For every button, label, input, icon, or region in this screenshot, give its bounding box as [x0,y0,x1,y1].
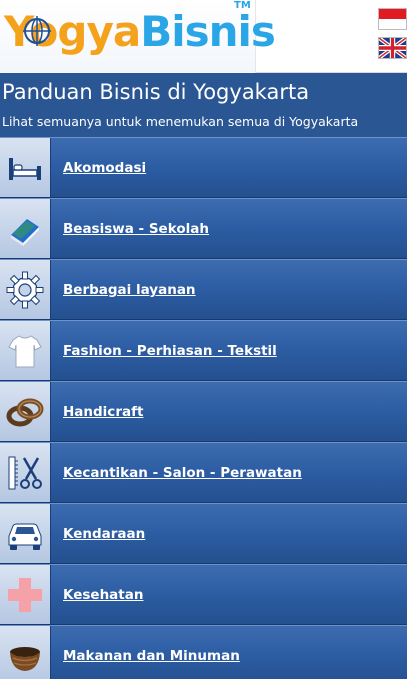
bracelet-icon [6,398,44,426]
page-subtitle: Lihat semuanya untuk menemukan semua di … [2,114,359,129]
gear-icon [6,271,44,308]
category-label-kesehatan[interactable]: Kesehatan [63,587,143,603]
category-label-beasiswa-sekolah[interactable]: Beasiswa - Sekolah [63,221,209,237]
bowl-icon [10,646,40,671]
category-label-fashion[interactable]: Fashion - Perhiasan - Tekstil [63,343,277,359]
category-list: Akomodasi Beasiswa - Sekolah Berbagai la… [0,137,407,679]
category-label-kendaraan[interactable]: Kendaraan [63,526,145,542]
car-icon [8,523,42,550]
category-kecantikan[interactable]: Kecantikan - Salon - Perawatan [0,442,407,503]
category-berbagai-layanan[interactable]: Berbagai layanan [0,259,407,320]
category-kendaraan[interactable]: Kendaraan [0,503,407,564]
medical-cross-icon [8,577,42,612]
category-handicraft[interactable]: Handicraft [0,381,407,442]
logo-globe-icon [23,16,51,46]
scissors-comb-icon [8,456,42,489]
bed-icon [9,157,41,180]
tshirt-icon [8,334,42,367]
site-logo[interactable]: YogyaBisnis TM [0,0,276,73]
category-label-akomodasi[interactable]: Akomodasi [63,160,146,176]
category-akomodasi[interactable]: Akomodasi [0,137,407,198]
category-label-handicraft[interactable]: Handicraft [63,404,143,420]
page-title: Panduan Bisnis di Yogyakarta [2,80,310,104]
logo-trademark: TM [234,0,251,11]
category-makanan-minuman[interactable]: Makanan dan Minuman [0,625,407,679]
category-label-makanan-minuman[interactable]: Makanan dan Minuman [63,648,240,664]
indonesia-flag-icon[interactable] [378,8,407,30]
category-fashion[interactable]: Fashion - Perhiasan - Tekstil [0,320,407,381]
uk-flag-icon[interactable] [378,37,407,59]
logo-part-bisnis: Bisnis [140,7,276,56]
category-beasiswa-sekolah[interactable]: Beasiswa - Sekolah [0,198,407,259]
category-kesehatan[interactable]: Kesehatan [0,564,407,625]
category-label-berbagai-layanan[interactable]: Berbagai layanan [63,282,196,298]
category-label-kecantikan[interactable]: Kecantikan - Salon - Perawatan [63,465,302,481]
header: YogyaBisnis TM [0,0,407,73]
book-icon [11,218,39,246]
